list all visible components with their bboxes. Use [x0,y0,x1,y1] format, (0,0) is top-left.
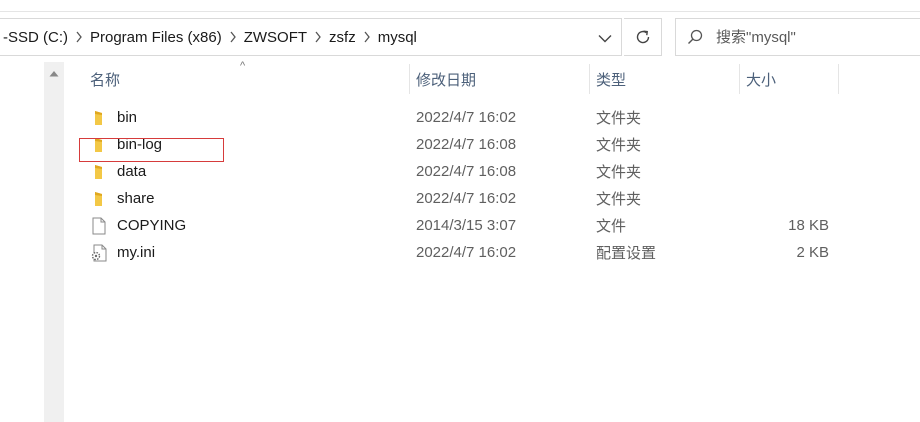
file-icon [90,217,108,235]
file-type: 文件夹 [596,137,642,154]
file-type: 文件夹 [596,110,642,127]
file-row-copying[interactable]: COPYING 2014/3/15 3:07 文件 18 KB [64,212,920,239]
scroll-up-arrow-icon [49,70,59,76]
column-header-name[interactable]: 名称 [84,62,409,96]
folder-icon [90,136,108,154]
file-name: bin [117,109,138,126]
file-size: 2 KB [796,244,829,261]
file-name: my.ini [117,244,156,261]
file-row-share[interactable]: share 2022/4/7 16:02 文件夹 [64,185,920,212]
file-date: 2014/3/15 3:07 [416,217,517,234]
file-date: 2022/4/7 16:08 [416,163,517,180]
breadcrumb-drive[interactable]: -SSD (C:) [0,29,72,46]
breadcrumb-program-files[interactable]: Program Files (x86) [86,29,226,46]
file-date: 2022/4/7 16:02 [416,244,517,261]
search-input[interactable] [714,27,908,47]
config-file-icon [90,244,108,262]
file-row-data[interactable]: data 2022/4/7 16:08 文件夹 [64,158,920,185]
file-row-bin-log[interactable]: bin-log 2022/4/7 16:08 文件夹 [64,131,920,158]
breadcrumb-mysql[interactable]: mysql [374,29,421,46]
column-header-row: ^ 名称 修改日期 类型 大小 [64,60,920,96]
file-size [740,158,829,185]
refresh-button[interactable] [624,18,662,56]
file-size [740,185,829,212]
search-icon [676,29,714,45]
folder-icon [90,163,108,181]
column-header-type-label: 类型 [596,71,627,89]
file-name: bin-log [117,136,163,153]
column-header-date-label: 修改日期 [416,71,477,89]
address-bar[interactable]: -SSD (C:) Program Files (x86) ZWSOFT zsf… [0,18,622,56]
chevron-right-icon[interactable] [72,31,86,43]
file-type: 文件夹 [596,191,642,208]
folder-icon [90,109,108,127]
column-header-size-label: 大小 [746,71,777,89]
file-date: 2022/4/7 16:08 [416,136,517,153]
file-name: share [117,190,155,207]
top-divider [0,11,920,12]
column-header-type[interactable]: 类型 [590,62,739,96]
file-size: 18 KB [788,217,829,234]
chevron-right-icon[interactable] [311,31,325,43]
scroll-up-button[interactable] [44,62,64,84]
address-history-dropdown[interactable] [590,27,620,49]
breadcrumb-zsfz[interactable]: zsfz [325,29,360,46]
file-date: 2022/4/7 16:02 [416,109,517,126]
file-type: 文件 [596,218,627,235]
file-name: data [117,163,147,180]
column-header-name-label: 名称 [90,71,121,89]
column-header-date[interactable]: 修改日期 [410,62,589,96]
file-row-my-ini[interactable]: my.ini 2022/4/7 16:02 配置设置 2 KB [64,239,920,266]
refresh-icon [636,30,649,44]
chevron-right-icon[interactable] [226,31,240,43]
file-date: 2022/4/7 16:02 [416,190,517,207]
vertical-scrollbar[interactable] [44,62,64,422]
file-size [740,104,829,131]
file-size [740,131,829,158]
breadcrumb-zwsoft[interactable]: ZWSOFT [240,29,311,46]
file-name: COPYING [117,217,187,234]
column-header-size[interactable]: 大小 [740,62,838,96]
chevron-right-icon[interactable] [360,31,374,43]
search-box[interactable] [675,18,920,56]
file-row-bin[interactable]: bin 2022/4/7 16:02 文件夹 [64,104,920,131]
column-divider[interactable] [838,64,839,94]
folder-icon [90,190,108,208]
chevron-down-icon [598,34,612,42]
file-type: 配置设置 [596,245,657,262]
file-type: 文件夹 [596,164,642,181]
